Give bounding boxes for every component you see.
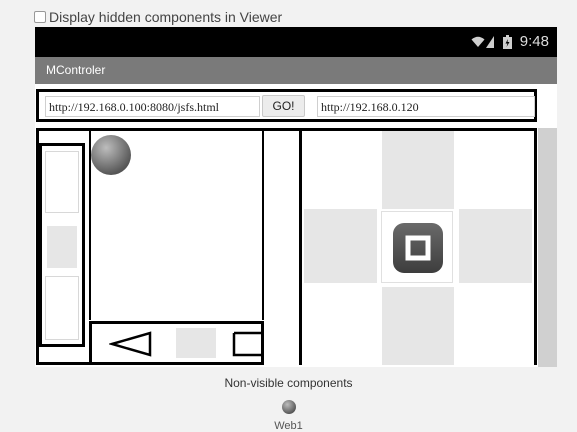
status-icons: 9:48 — [471, 33, 549, 50]
triangle-left-icon[interactable] — [109, 330, 153, 358]
left-button-column — [39, 143, 85, 347]
url-input-right[interactable]: http://192.168.0.120 — [317, 96, 535, 117]
web-viewer-panel[interactable] — [89, 131, 264, 320]
non-visible-heading: Non-visible components — [224, 376, 353, 390]
left-column-pad[interactable] — [47, 226, 77, 268]
stop-icon — [393, 223, 443, 273]
dpad-down-button[interactable] — [382, 287, 454, 365]
signal-icon — [485, 35, 494, 48]
left-column-button-bottom[interactable] — [45, 276, 79, 340]
globe-icon[interactable] — [281, 400, 296, 414]
dpad-right-button[interactable] — [459, 209, 532, 283]
go-button[interactable]: GO! — [262, 95, 305, 117]
main-arrangement — [36, 128, 537, 365]
square-pad[interactable] — [176, 328, 216, 358]
navigation-row — [89, 321, 264, 365]
viewer-scrollbar[interactable] — [538, 128, 557, 367]
checkbox-label: Display hidden components in Viewer — [49, 9, 283, 25]
app-title-bar: MControler — [35, 57, 557, 84]
url-input-left[interactable]: http://192.168.0.100:8080/jsfs.html — [45, 96, 260, 117]
component-web1-label[interactable]: Web1 — [0, 420, 577, 432]
left-column-button-top[interactable] — [45, 151, 79, 213]
display-hidden-components-checkbox[interactable]: Display hidden components in Viewer — [34, 8, 282, 26]
direction-pad — [302, 131, 534, 365]
non-visible-components-section: Non-visible components Web1 — [0, 376, 577, 432]
checkbox-box[interactable] — [34, 11, 46, 23]
globe-icon — [91, 135, 131, 175]
wifi-icon — [471, 36, 485, 47]
battery-icon — [502, 34, 512, 49]
status-bar: 9:48 — [35, 27, 557, 57]
middle-spacer — [264, 131, 302, 365]
phone-viewer: 9:48 MControler http://192.168.0.100:808… — [35, 27, 557, 367]
dpad-left-button[interactable] — [304, 209, 377, 283]
dpad-center-button[interactable] — [381, 211, 453, 283]
triangle-right-icon[interactable] — [231, 330, 264, 358]
dpad-up-button[interactable] — [382, 131, 454, 209]
status-time: 9:48 — [519, 33, 549, 50]
url-row: http://192.168.0.100:8080/jsfs.html GO! … — [36, 89, 537, 122]
app-title: MControler — [46, 63, 106, 77]
